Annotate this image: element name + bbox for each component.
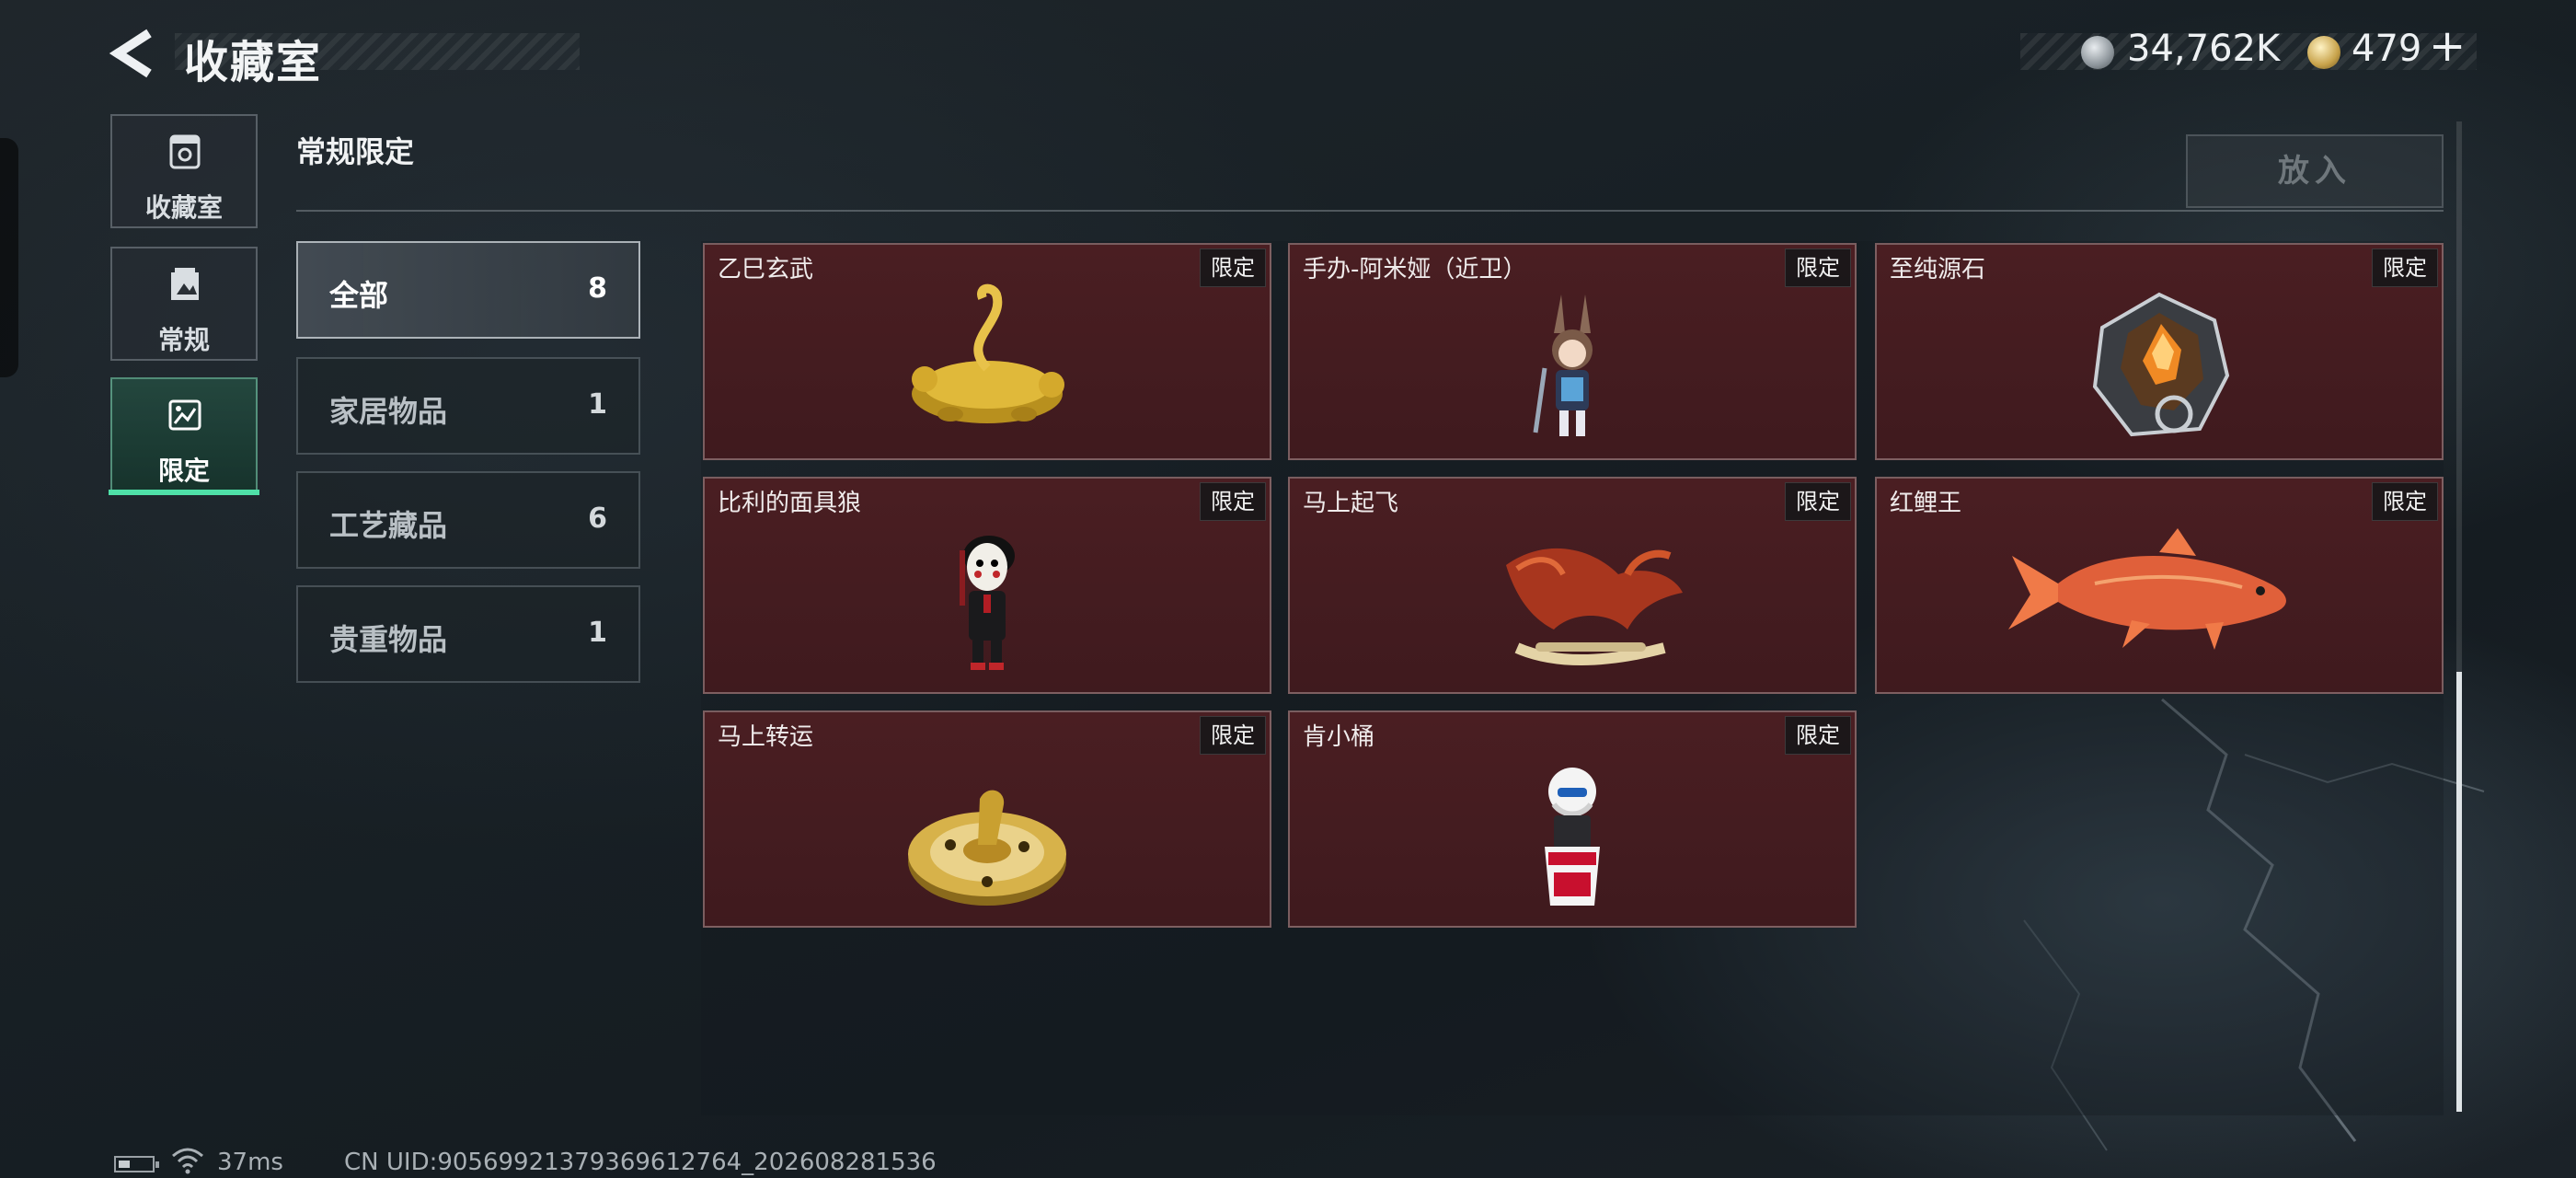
item-name: 马上转运 [718,723,814,751]
limited-tag: 限定 [1785,482,1851,521]
limited-tag: 限定 [2372,482,2438,521]
category-home[interactable]: 家居物品 1 [296,357,640,455]
item-name: 红鲤王 [1890,490,1962,517]
sidebar-item-collection-room[interactable]: 收藏室 [110,114,258,228]
limited-tag: 限定 [2372,248,2438,287]
category-valuable[interactable]: 贵重物品 1 [296,585,640,683]
item-name: 乙巳玄武 [718,256,814,283]
sidebar-item-limited[interactable]: 限定 [110,377,258,491]
sidebar-item-regular[interactable]: 常规 [110,247,258,361]
ping-value: 37ms [217,1149,283,1176]
section-title: 常规限定 [296,134,415,169]
section-divider [296,210,2444,212]
item-name: 至纯源石 [1890,256,1986,283]
silver-coin-icon [2081,36,2114,69]
scrollbar-thumb[interactable] [2456,672,2462,1112]
wifi-icon [172,1148,203,1174]
put-in-button[interactable]: 放入 [2186,134,2444,208]
sidebar-item-label: 限定 [157,456,210,486]
category-craft[interactable]: 工艺藏品 6 [296,471,640,569]
red-horse-icon [1506,548,1683,665]
back-button[interactable] [109,28,164,79]
originium-crystal-icon [2092,292,2230,437]
item-card[interactable]: 肯小桶 限定 [1288,710,1857,928]
limited-icon [168,399,201,431]
category-name: 工艺藏品 [329,508,448,543]
sidebar-active-indicator [109,490,259,495]
item-card[interactable]: 红鲤王 限定 [1875,477,2444,694]
category-count: 1 [588,617,607,649]
gold-horse-disc-icon [908,790,1066,906]
gold-currency-value: 479 [2352,28,2422,70]
edge-handle [0,138,18,377]
silver-currency-value: 34,762K [2127,28,2281,70]
item-card[interactable]: 马上转运 限定 [703,710,1271,928]
item-name: 马上起飞 [1303,490,1399,517]
gold-coin-icon [2307,36,2340,69]
category-count: 8 [588,272,607,305]
item-card[interactable]: 乙巳玄武 限定 [703,243,1271,460]
kfc-bucket-figure-icon [1545,768,1600,906]
add-currency-button[interactable]: + [2429,20,2466,72]
item-card[interactable]: 至纯源石 限定 [1875,243,2444,460]
category-count: 1 [588,388,607,421]
limited-tag: 限定 [1200,248,1266,287]
billy-puppet-icon [960,536,1015,670]
regular-icon [171,268,199,300]
collection-room-icon [169,134,201,169]
category-name: 全部 [329,278,389,313]
limited-tag: 限定 [1785,248,1851,287]
back-arrow-icon [109,29,152,78]
category-all[interactable]: 全部 8 [296,241,640,339]
limited-tag: 限定 [1200,716,1266,755]
battery-icon [114,1156,159,1172]
page-title: 收藏室 [184,37,323,88]
sidebar-item-label: 收藏室 [144,192,223,223]
gold-tortoise-snake-icon [912,283,1064,423]
item-name: 肯小桶 [1303,723,1375,751]
limited-tag: 限定 [1785,716,1851,755]
category-count: 6 [588,502,607,535]
item-card[interactable]: 比利的面具狼 限定 [703,477,1271,694]
red-carp-icon [2008,528,2286,650]
item-card[interactable]: 马上起飞 限定 [1288,477,1857,694]
limited-tag: 限定 [1200,482,1266,521]
figure-amiya-icon [1533,294,1593,436]
category-name: 家居物品 [329,394,448,429]
sidebar-item-label: 常规 [157,325,210,355]
uid-text: CN UID:9056992137936961276​4_20260828153… [344,1149,937,1176]
item-card[interactable]: 手办-阿米娅（近卫） 限定 [1288,243,1857,460]
category-name: 贵重物品 [329,622,448,657]
